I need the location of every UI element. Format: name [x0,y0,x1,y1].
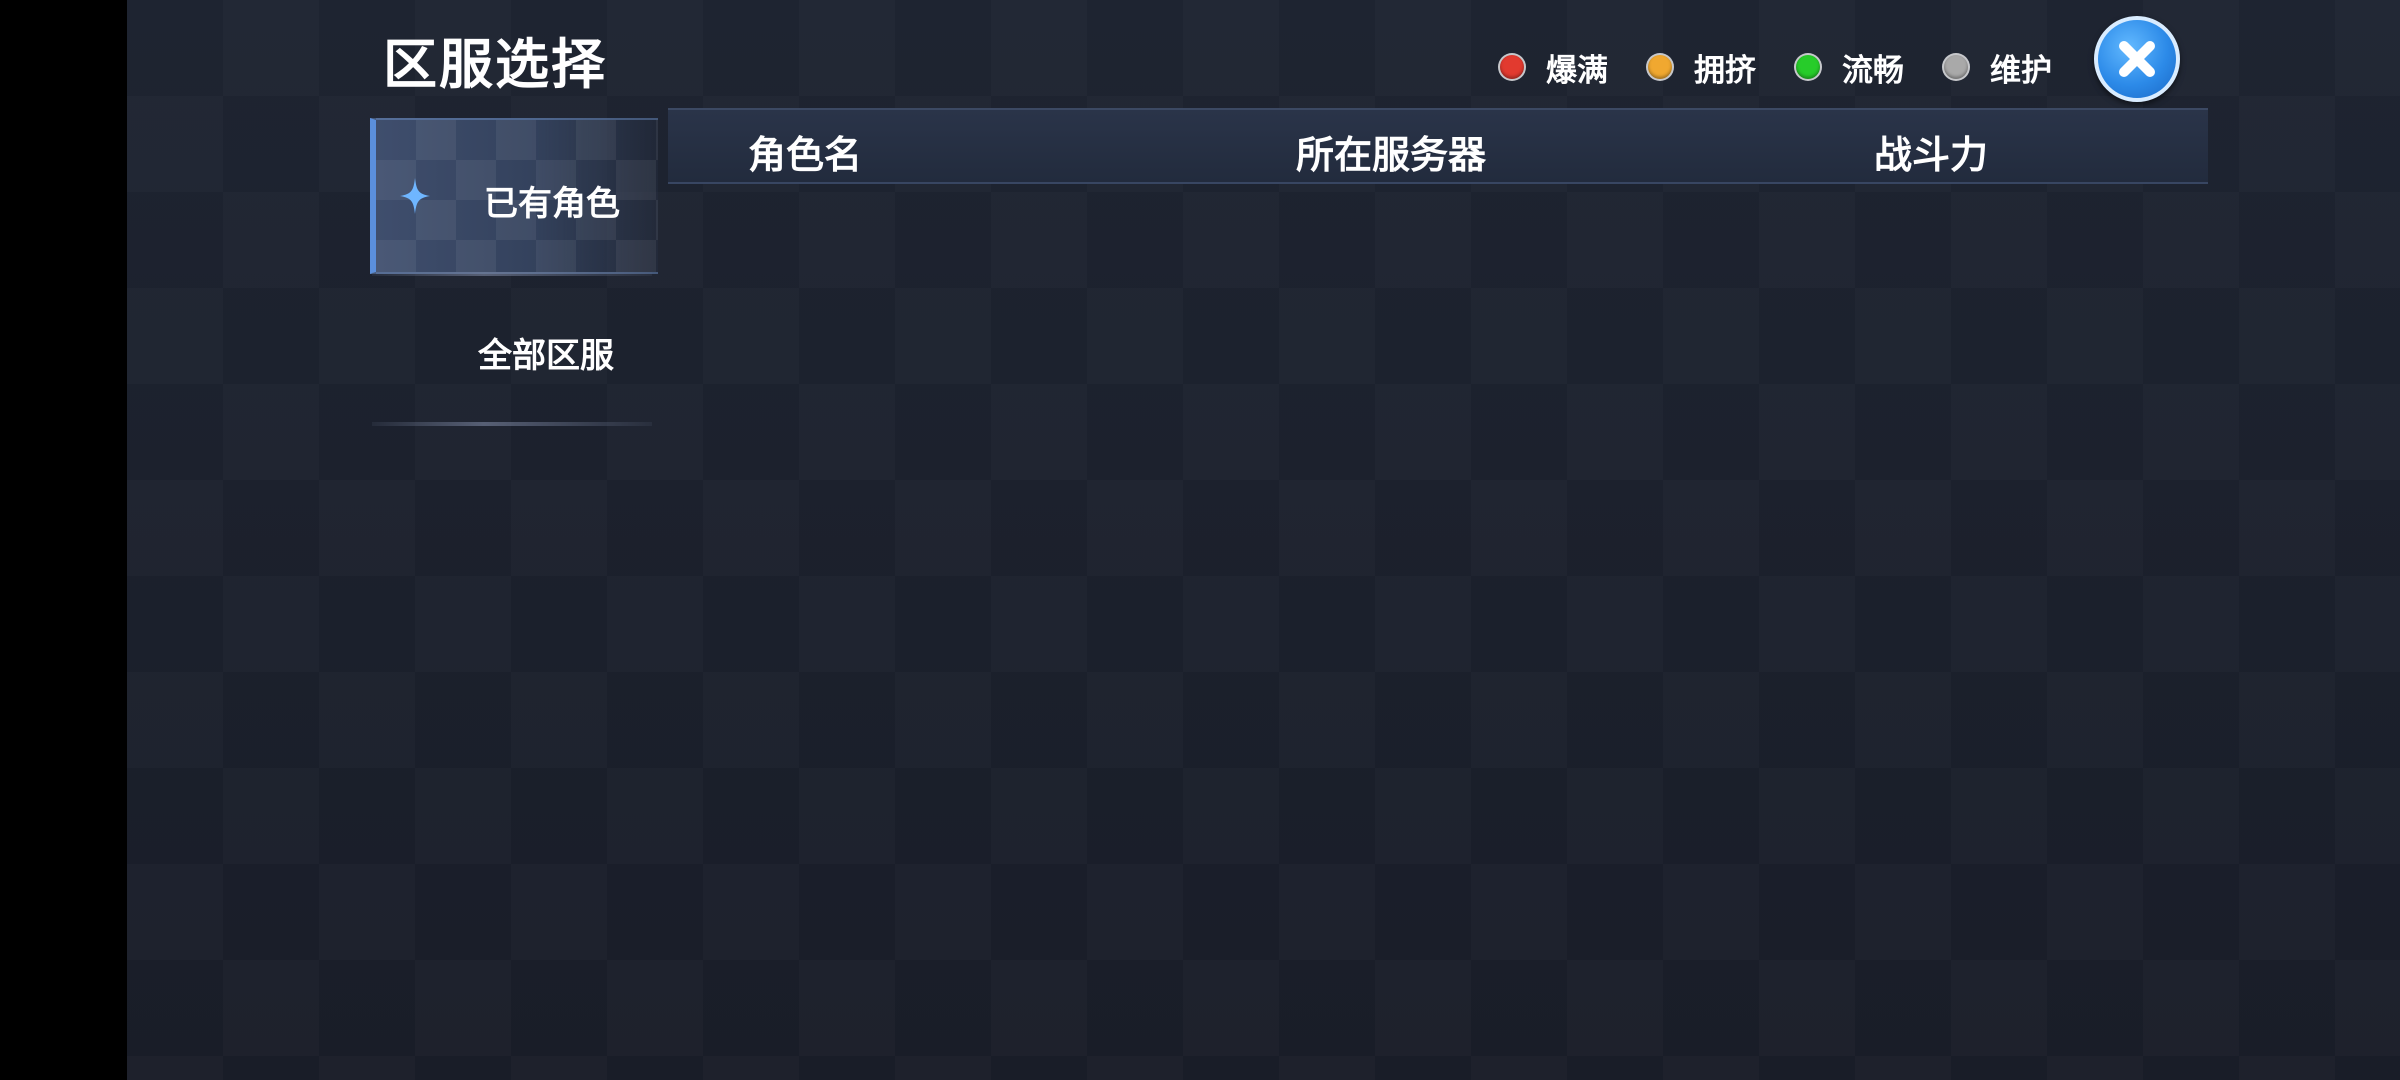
status-maintenance-dot-icon [1944,55,1968,79]
legend-item-full: 爆满 [1500,45,1608,90]
tab-all-servers[interactable]: 全部区服 [370,290,658,420]
column-header-character-name: 角色名 [748,133,863,177]
column-header-server: 所在服务器 [1296,133,1487,177]
game-screen: 区服选择 爆满 拥挤 流畅 维护 已有角色 全部区服 角色名 所在服务器 战斗力 [0,0,2400,1080]
column-header-combat-power: 战斗力 [1874,133,1989,177]
tab-label: 全部区服 [478,336,614,376]
legend-item-maintenance: 维护 [1944,45,2052,90]
close-button[interactable] [2094,16,2180,102]
status-crowded-dot-icon [1648,55,1672,79]
status-smooth-dot-icon [1796,55,1820,79]
legend-label: 爆满 [1546,52,1608,89]
status-full-dot-icon [1500,55,1524,79]
sparkle-star-icon [400,178,430,214]
tab-divider [372,422,652,426]
close-x-icon [2119,41,2155,77]
legend-item-crowded: 拥挤 [1648,45,1756,90]
server-status-legend: 爆满 拥挤 流畅 维护 [1500,45,2052,90]
character-table-header: 角色名 所在服务器 战斗力 [668,108,2208,184]
tab-label: 已有角色 [484,184,620,224]
legend-label: 拥挤 [1694,52,1756,89]
tab-owned-characters[interactable]: 已有角色 [370,118,658,274]
legend-label: 维护 [1990,52,2052,89]
legend-label: 流畅 [1842,52,1904,89]
legend-item-smooth: 流畅 [1796,45,1904,90]
tab-divider [372,272,652,276]
page-title: 区服选择 [383,33,607,96]
